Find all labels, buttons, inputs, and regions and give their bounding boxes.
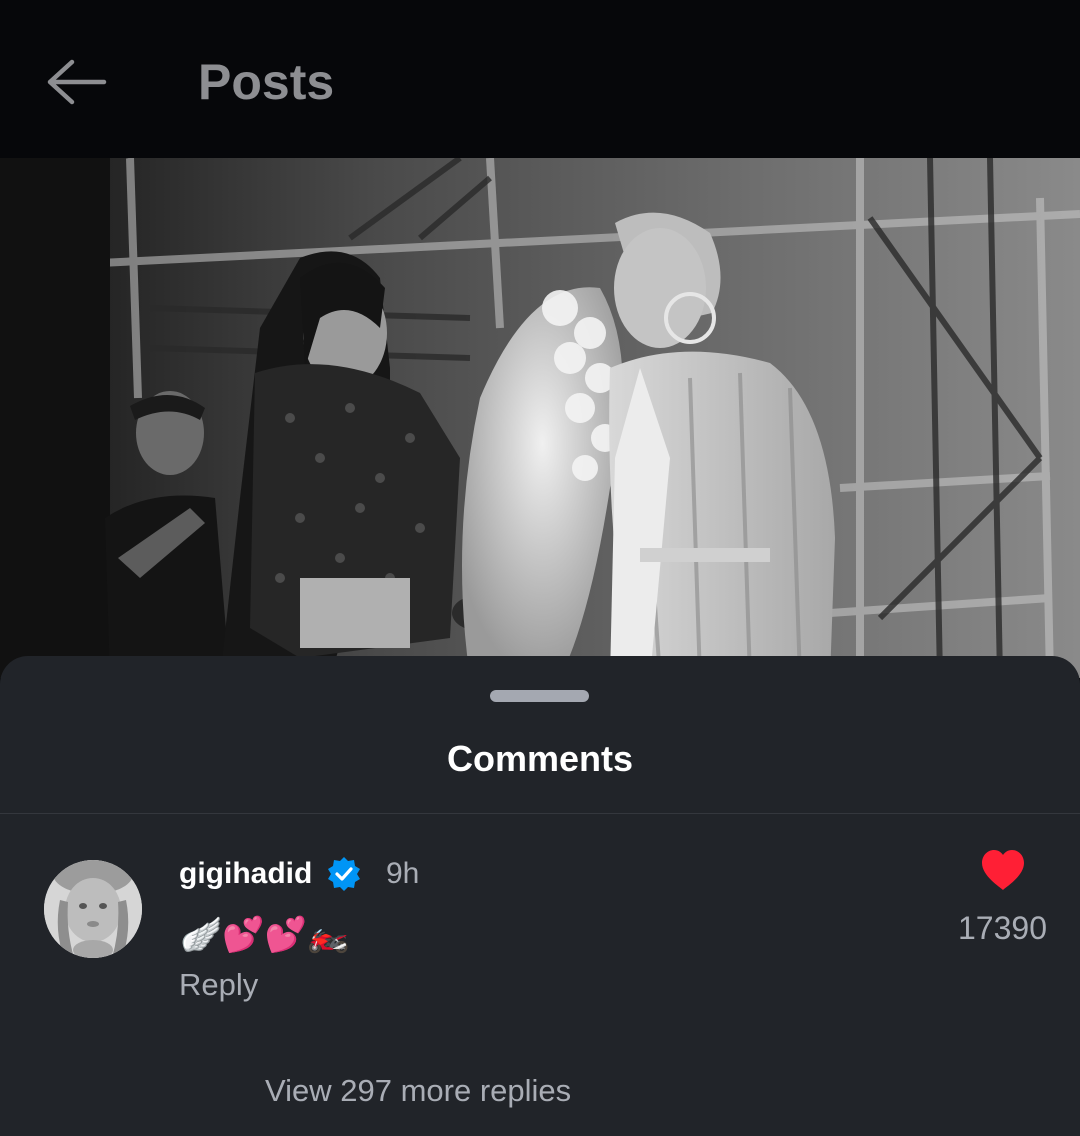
like-count: 17390	[958, 910, 1047, 946]
page-title: Posts	[198, 54, 335, 110]
post-image[interactable]	[0, 158, 1080, 678]
view-more-replies-button[interactable]: View 297 more replies	[265, 1070, 571, 1112]
comments-sheet: Comments gigihadid 9h 🪽💕💕🏍️ Reply 17390 …	[0, 656, 1080, 1136]
arrow-left-icon	[44, 58, 108, 111]
verified-badge-icon	[326, 856, 362, 892]
heart-icon	[978, 850, 1028, 900]
motorcycle-emoji: 🏍️	[307, 915, 350, 955]
avatar[interactable]	[44, 860, 142, 958]
like-button[interactable]	[978, 846, 1028, 896]
two-hearts-emoji: 💕	[264, 915, 308, 955]
comment-time: 9h	[386, 857, 420, 890]
two-hearts-emoji: 💕	[222, 915, 265, 955]
app-screen: Posts Comments gigihadid 9h 🪽💕💕🏍️ Reply …	[0, 0, 1080, 1136]
reply-button[interactable]: Reply	[179, 964, 258, 1006]
wing-emoji: 🪽	[180, 915, 223, 955]
comments-title: Comments	[446, 738, 634, 779]
sheet-drag-handle[interactable]	[490, 690, 589, 702]
comment-username[interactable]: gigihadid	[179, 854, 312, 894]
comment-item: gigihadid 9h 🪽💕💕🏍️ Reply 17390 View 297 …	[0, 814, 1080, 1136]
back-button[interactable]	[30, 44, 122, 124]
comment-text: 🪽💕💕🏍️	[180, 912, 349, 958]
top-bar: Posts	[0, 0, 1080, 158]
